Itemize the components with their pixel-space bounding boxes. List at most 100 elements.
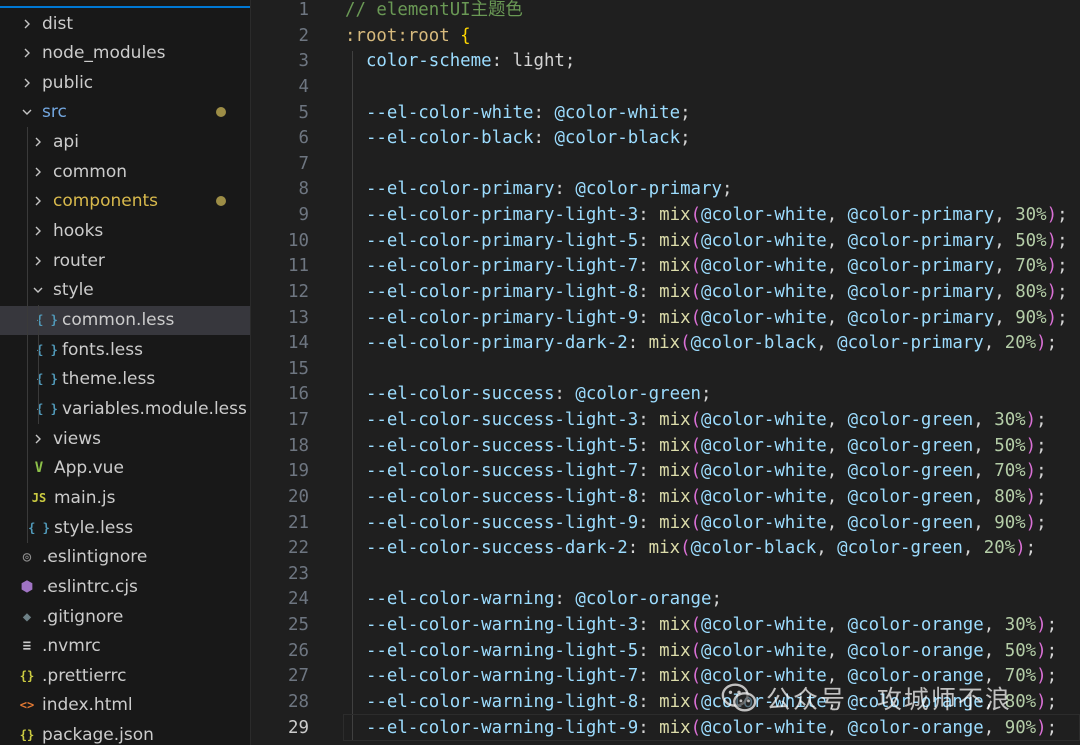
code-line[interactable]: 9 --el-color-primary-light-3: mix(@color… (251, 203, 1080, 229)
code-token-paren: ( (690, 666, 702, 687)
sidebar-top-border (0, 0, 250, 8)
code-token-paren: ) (1036, 666, 1047, 687)
code-token-punc: : (638, 307, 660, 328)
line-number: 17 (288, 410, 309, 431)
code-line[interactable]: 1 // elementUI主题色 (251, 0, 1080, 24)
code-token-prop: --el-color-primary-dark-2 (365, 333, 628, 354)
code-line[interactable]: 11 --el-color-primary-light-7: mix(@colo… (251, 254, 1080, 280)
code-line[interactable]: 2:root:root { (251, 24, 1080, 50)
chevron-right-icon[interactable] (20, 14, 34, 34)
chevron-right-icon[interactable] (31, 221, 45, 241)
code-token-punc: , (826, 307, 848, 328)
code-token-var: @color-green (847, 512, 974, 533)
code-line[interactable]: 4 (251, 75, 1080, 101)
code-line[interactable]: 6 --el-color-black: @color-black; (251, 126, 1080, 152)
code-token-paren: ) (1015, 538, 1026, 559)
folder-style[interactable]: style (0, 276, 250, 305)
code-token-var: @color-white (701, 230, 827, 251)
code-token-func: mix (659, 307, 691, 328)
code-token-func: mix (659, 281, 691, 302)
code-token-punc: ; (1057, 205, 1068, 226)
code-line[interactable]: 10 --el-color-primary-light-5: mix(@colo… (251, 229, 1080, 255)
file-style-less[interactable]: { } style.less (0, 513, 250, 542)
chevron-down-icon[interactable] (20, 102, 34, 122)
chevron-right-icon[interactable] (31, 251, 45, 271)
folder-dist[interactable]: dist (0, 9, 250, 38)
folder-hooks[interactable]: hooks (0, 217, 250, 246)
folder-public[interactable]: public (0, 68, 250, 97)
vue-file-icon: V (34, 460, 44, 477)
file-gitignore[interactable]: ◆ .gitignore (0, 602, 250, 631)
code-line[interactable]: 26 --el-color-warning-light-5: mix(@colo… (251, 639, 1080, 665)
chevron-right-icon[interactable] (20, 73, 34, 93)
code-token-func: mix (648, 333, 681, 354)
code-text: --el-color-success-light-3: mix(@color-w… (345, 408, 1047, 434)
code-token-punc: ; (1046, 666, 1058, 687)
code-token-brace: { (460, 25, 471, 46)
code-line[interactable]: 8 --el-color-primary: @color-primary; (251, 177, 1080, 203)
code-token-punc: , (994, 307, 1016, 328)
code-token-func: mix (659, 717, 691, 738)
code-line[interactable]: 20 --el-color-success-light-8: mix(@colo… (251, 485, 1080, 511)
chevron-right-icon[interactable] (31, 191, 45, 211)
chevron-right-icon[interactable] (20, 43, 34, 63)
code-line[interactable]: 18 --el-color-success-light-5: mix(@colo… (251, 434, 1080, 460)
line-number: 4 (298, 76, 309, 97)
tree-item-label: .nvmrc (42, 636, 101, 657)
folder-components[interactable]: components (0, 187, 250, 216)
file-eslintrc-cjs[interactable]: ⬢ .eslintrc.cjs (0, 572, 250, 601)
code-line[interactable]: 13 --el-color-primary-light-9: mix(@colo… (251, 306, 1080, 332)
code-token-num: 50% (1004, 640, 1037, 661)
file-main-js[interactable]: JS main.js (0, 483, 250, 512)
code-line[interactable]: 12 --el-color-primary-light-8: mix(@colo… (251, 280, 1080, 306)
code-line[interactable]: 17 --el-color-success-light-3: mix(@colo… (251, 408, 1080, 434)
tree-item-label: components (53, 191, 159, 212)
nvmrc-icon: ≡ (22, 638, 32, 655)
code-token-paren: ) (1025, 486, 1037, 507)
code-line[interactable]: 3 color-scheme: light; (251, 49, 1080, 75)
code-line[interactable]: 23 (251, 562, 1080, 588)
code-line[interactable]: 19 --el-color-success-light-7: mix(@colo… (251, 459, 1080, 485)
folder-common[interactable]: common (0, 157, 250, 186)
chevron-right-icon[interactable] (31, 162, 45, 182)
code-token-var: @color-orange (847, 615, 984, 636)
folder-views[interactable]: views (0, 424, 250, 453)
code-line[interactable]: 21 --el-color-success-light-9: mix(@colo… (251, 511, 1080, 537)
code-line[interactable]: 29 --el-color-warning-light-9: mix(@colo… (251, 716, 1080, 742)
folder-router[interactable]: router (0, 246, 250, 275)
code-token-punc: ; (1057, 256, 1068, 277)
code-token-func: mix (659, 486, 691, 507)
code-text: --el-color-white: @color-white; (345, 101, 691, 127)
watermark: 公众号 · 攻城师不浪 (720, 678, 1012, 718)
chevron-down-icon[interactable] (31, 280, 45, 300)
code-token-paren: ( (690, 512, 702, 533)
code-editor[interactable]: 1// elementUI主题色 2:root:root {3 color-sch… (251, 0, 1080, 745)
file-eslintignore[interactable]: ◎ .eslintignore (0, 543, 250, 572)
folder-node-modules[interactable]: node_modules (0, 39, 250, 68)
line-number: 20 (288, 486, 309, 507)
code-line[interactable]: 24 --el-color-warning: @color-orange; (251, 587, 1080, 613)
file-nvmrc[interactable]: ≡ .nvmrc (0, 632, 250, 661)
code-token-var: @color-green (847, 461, 974, 482)
file-package-json[interactable]: {} package.json (0, 721, 250, 745)
folder-api[interactable]: api (0, 128, 250, 157)
chevron-right-icon[interactable] (31, 429, 45, 449)
eslint-config-icon: ⬢ (20, 578, 34, 595)
folder-src[interactable]: src (0, 98, 250, 127)
code-token-punc (345, 205, 366, 225)
code-token-punc: : (638, 410, 660, 431)
chevron-right-icon[interactable] (31, 132, 45, 152)
code-line[interactable]: 5 --el-color-white: @color-white; (251, 101, 1080, 127)
file-index-html[interactable]: <> index.html (0, 691, 250, 720)
code-token-punc: , (826, 281, 848, 302)
code-line[interactable]: 15 (251, 357, 1080, 383)
code-line[interactable]: 14 --el-color-primary-dark-2: mix(@color… (251, 331, 1080, 357)
code-line[interactable]: 16 --el-color-success: @color-green; (251, 382, 1080, 408)
file-prettierrc[interactable]: {} .prettierrc (0, 661, 250, 690)
code-text: --el-color-warning-light-9: mix(@color-w… (345, 716, 1057, 742)
code-line[interactable]: 22 --el-color-success-dark-2: mix(@color… (251, 536, 1080, 562)
file-app-vue[interactable]: V App.vue (0, 454, 250, 483)
code-line[interactable]: 7 (251, 152, 1080, 178)
code-token-punc: : (627, 538, 649, 559)
code-line[interactable]: 25 --el-color-warning-light-3: mix(@colo… (251, 613, 1080, 639)
